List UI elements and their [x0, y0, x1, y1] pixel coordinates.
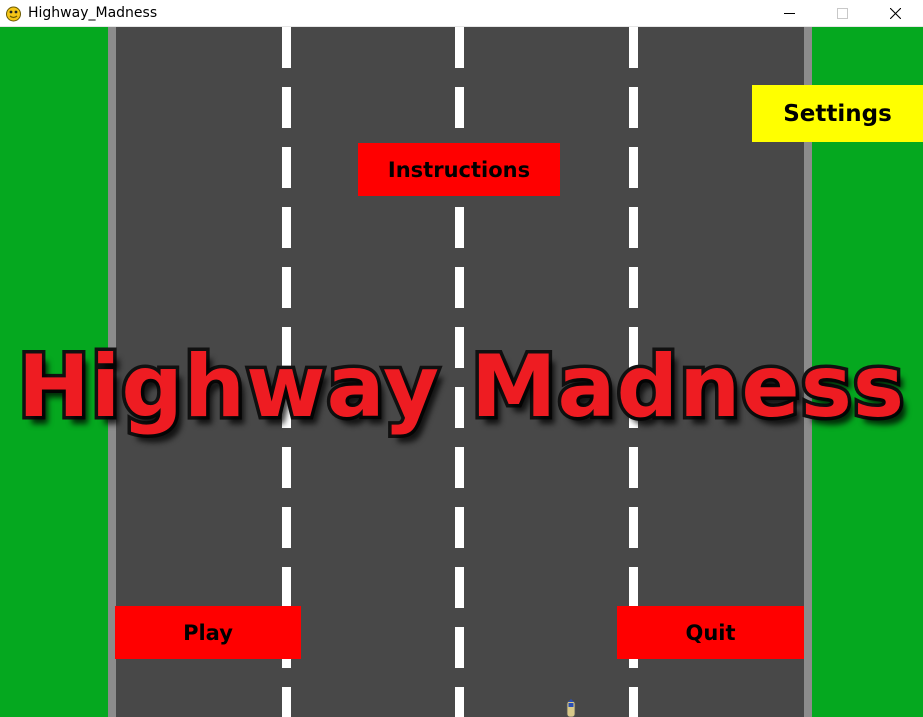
maximize-icon: [837, 8, 848, 19]
minimize-button[interactable]: [766, 0, 812, 27]
minimize-icon: [784, 13, 795, 14]
close-button[interactable]: [872, 0, 918, 27]
window-titlebar[interactable]: Highway_Madness: [0, 0, 923, 27]
player-car-icon: [566, 699, 576, 717]
game-canvas[interactable]: Settings Instructions Highway Madness Pl…: [0, 27, 923, 717]
settings-button[interactable]: Settings: [752, 85, 923, 142]
pygame-snake-icon: [6, 6, 21, 22]
play-button[interactable]: Play: [115, 606, 301, 659]
quit-button[interactable]: Quit: [617, 606, 804, 659]
window-title: Highway_Madness: [28, 5, 158, 21]
maximize-button[interactable]: [819, 0, 865, 27]
instructions-button[interactable]: Instructions: [358, 143, 560, 196]
game-title-logo: Highway Madness: [14, 334, 907, 441]
close-icon: [890, 8, 901, 19]
